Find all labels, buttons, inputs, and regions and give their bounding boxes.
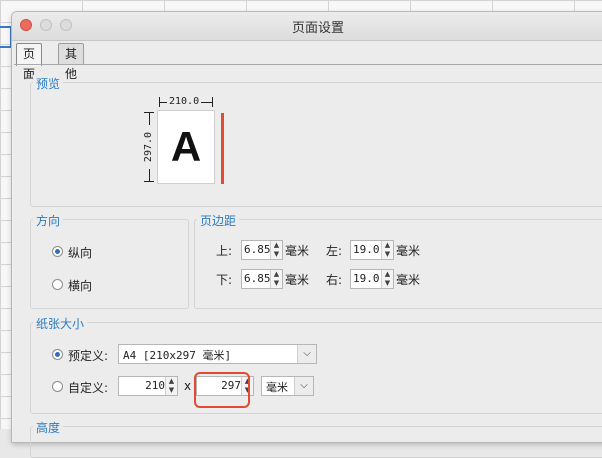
landscape-radio[interactable] (52, 279, 63, 290)
paper-sample-letter: A (170, 123, 202, 170)
content-divider (14, 64, 602, 65)
bottom-margin-stepper-icon[interactable]: ▲ ▼ (270, 270, 282, 288)
top-margin-unit: 毫米 (285, 244, 310, 258)
custom-width-spinner[interactable]: 210 ▲ ▼ (118, 376, 178, 396)
paper-size-group-title: 纸张大小 (33, 315, 88, 332)
top-margin-stepper-icon[interactable]: ▲ ▼ (270, 241, 282, 259)
width-dim-right-cap (212, 97, 213, 107)
dialog-title: 页面设置 (291, 21, 344, 36)
width-dimension: 210.0 (159, 96, 213, 108)
margin-indicator-bar (221, 113, 224, 184)
margins-group-title: 页边距 (197, 212, 240, 229)
chevron-down-icon[interactable]: ⌵ (297, 345, 316, 363)
height-dimension: 297.0 (143, 112, 155, 182)
portrait-label: 纵向 (68, 246, 93, 260)
left-margin-unit: 毫米 (396, 244, 421, 258)
height-dimension-label: 297.0 (143, 125, 155, 169)
left-margin-value[interactable]: 19.0 (353, 243, 381, 256)
predefined-radio[interactable] (52, 349, 63, 360)
width-dimension-label: 210.0 (167, 96, 202, 108)
custom-label: 自定义: (68, 381, 109, 395)
bottom-margin-unit: 毫米 (285, 273, 310, 287)
preview-group-title: 预览 (33, 75, 64, 92)
preview-group (30, 82, 602, 207)
top-margin-spinner[interactable]: 6.85 ▲ ▼ (241, 240, 283, 260)
paper-size-group (30, 322, 602, 414)
bottom-margin-value[interactable]: 6.85 (244, 272, 270, 285)
custom-radio[interactable] (52, 381, 63, 392)
height-group (30, 426, 602, 458)
orientation-group-title: 方向 (33, 212, 64, 229)
right-margin-label: 右: (326, 273, 343, 287)
tab-other[interactable]: 其他 (58, 43, 85, 81)
custom-unit-value: 毫米 (266, 381, 288, 394)
height-group-title: 高度 (33, 419, 64, 436)
right-margin-value[interactable]: 19.0 (353, 272, 381, 285)
predefined-size-select[interactable]: A4 [210x297 毫米] ⌵ (118, 344, 317, 364)
orientation-group (30, 219, 189, 309)
margins-group (194, 219, 602, 309)
top-margin-label: 上: (216, 244, 233, 258)
left-margin-stepper-icon[interactable]: ▲ ▼ (381, 241, 393, 259)
title-bar: 页面设置 (12, 12, 602, 41)
paper-preview: A (157, 110, 215, 184)
background-cell-selection (0, 26, 12, 48)
times-symbol: x (184, 379, 192, 393)
right-margin-stepper-icon[interactable]: ▲ ▼ (381, 270, 393, 288)
custom-width-stepper-icon[interactable]: ▲ ▼ (165, 377, 177, 395)
annotation-highlight-box (194, 372, 250, 408)
unit-chevron-down-icon[interactable]: ⌵ (294, 377, 313, 395)
predefined-size-value: A4 [210x297 毫米] (123, 349, 232, 362)
custom-unit-select[interactable]: 毫米 ⌵ (261, 376, 314, 396)
bottom-margin-spinner[interactable]: 6.85 ▲ ▼ (241, 269, 283, 289)
right-margin-spinner[interactable]: 19.0 ▲ ▼ (350, 269, 394, 289)
right-margin-unit: 毫米 (396, 273, 421, 287)
left-margin-spinner[interactable]: 19.0 ▲ ▼ (350, 240, 394, 260)
portrait-radio[interactable] (52, 246, 63, 257)
bottom-margin-label: 下: (216, 273, 233, 287)
tab-page[interactable]: 页面 (16, 43, 43, 81)
top-margin-value[interactable]: 6.85 (244, 243, 270, 256)
height-dim-bottom-cap (144, 181, 154, 182)
predefined-label: 预定义: (68, 349, 109, 363)
left-margin-label: 左: (326, 244, 343, 258)
custom-width-value[interactable]: 210 (121, 379, 165, 392)
landscape-label: 横向 (68, 279, 93, 293)
